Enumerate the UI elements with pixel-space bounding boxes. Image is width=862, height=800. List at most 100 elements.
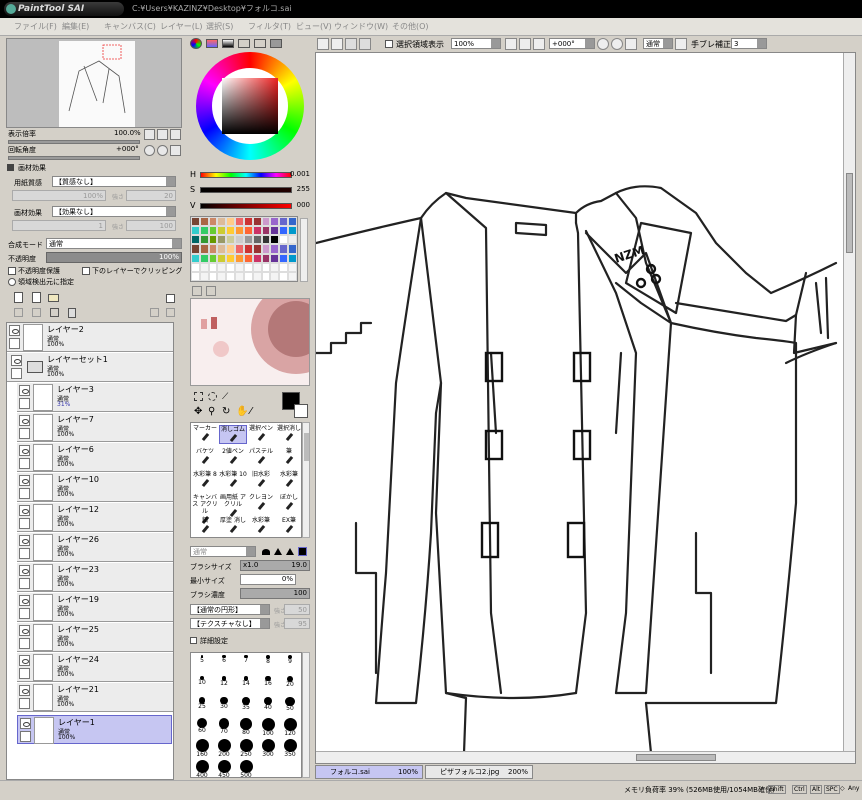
color-swatch[interactable] <box>208 226 218 236</box>
brush-size-preset[interactable]: 10 <box>191 676 213 694</box>
color-swatch[interactable] <box>243 244 253 254</box>
brush-tool-cell[interactable]: 水彩筆 <box>275 471 303 490</box>
layer-list[interactable]: レイヤー2 通常 100% レイヤーセット1 通常 100% レイヤー3 通常 31% レイ… <box>6 322 174 780</box>
lock-toggle[interactable] <box>19 428 30 439</box>
color-swatch[interactable] <box>226 271 236 281</box>
background-color-swatch[interactable] <box>294 404 308 418</box>
color-swatch[interactable] <box>217 244 227 254</box>
zoom-in-button[interactable] <box>157 129 168 140</box>
effect-width-field[interactable]: 1 <box>12 220 106 231</box>
color-swatch[interactable] <box>288 217 297 227</box>
lock-toggle[interactable] <box>9 338 20 349</box>
layer-item[interactable]: レイヤー23 通常 100% <box>17 563 173 592</box>
layer-item[interactable]: レイヤー24 通常 100% <box>17 653 173 682</box>
color-swatch[interactable] <box>261 262 271 272</box>
color-swatch[interactable] <box>252 217 262 227</box>
brush-size-preset[interactable]: 35 <box>235 697 257 715</box>
color-swatch[interactable] <box>208 271 218 281</box>
brush-tool-cell[interactable]: 消しゴム <box>219 425 247 444</box>
brush-size-preset[interactable]: 25 <box>191 697 213 715</box>
color-swatch[interactable] <box>261 271 271 281</box>
layer-item[interactable]: レイヤー26 通常 100% <box>17 533 173 562</box>
swatch-scrollbar[interactable] <box>300 218 308 282</box>
lock-toggle[interactable] <box>19 398 30 409</box>
brush-size-preset[interactable]: 12 <box>213 676 235 694</box>
brush-tool-cell[interactable]: 水彩筆 8 <box>191 471 219 490</box>
selection-show-checkbox[interactable] <box>385 40 393 48</box>
brush-tool-cell[interactable]: 2値ペン <box>219 448 247 467</box>
color-swatch[interactable] <box>270 226 280 236</box>
shape-flat-icon[interactable] <box>298 547 307 556</box>
scratchpad[interactable] <box>190 298 310 386</box>
eye-icon[interactable] <box>19 385 30 396</box>
blend-mode-select[interactable]: 通常 <box>46 238 182 249</box>
menu-window[interactable]: ウィンドウ(W) <box>334 21 388 32</box>
layer-item[interactable]: レイヤー19 通常 100% <box>17 593 173 622</box>
effect-strength-field[interactable]: 100 <box>126 220 176 231</box>
brush-size-preset[interactable]: 100 <box>257 718 279 737</box>
texture-section-header[interactable]: 画材効果 <box>6 163 182 174</box>
color-swatch[interactable] <box>199 244 209 254</box>
color-swatch[interactable] <box>243 226 253 236</box>
color-swatch[interactable] <box>217 271 227 281</box>
new-folder-icon[interactable] <box>48 294 59 302</box>
lock-toggle[interactable] <box>19 488 30 499</box>
new-linework-layer-icon[interactable] <box>32 292 41 303</box>
color-swatch[interactable] <box>199 217 209 227</box>
brush-size-preset[interactable]: 7 <box>235 655 257 673</box>
clipping-checkbox[interactable] <box>82 267 90 275</box>
menu-layer[interactable]: レイヤー(L) <box>160 21 202 32</box>
color-swatch[interactable] <box>199 226 209 236</box>
lock-toggle[interactable] <box>11 368 22 379</box>
eyedropper-icon[interactable]: ⁄ <box>250 406 252 417</box>
color-swatch[interactable] <box>191 244 200 254</box>
canvas-zoom-out-button[interactable] <box>505 38 517 50</box>
color-swatch[interactable] <box>226 235 236 245</box>
paper-select[interactable]: 【質感なし】 <box>52 176 176 187</box>
color-swatch[interactable] <box>199 271 209 281</box>
pen-icon[interactable] <box>20 731 31 742</box>
menu-other[interactable]: その他(O) <box>392 21 429 32</box>
lock-toggle[interactable] <box>19 578 30 589</box>
eye-icon[interactable] <box>11 355 22 366</box>
color-swatch[interactable] <box>279 217 289 227</box>
shape-strength-field[interactable]: 50 <box>284 604 310 615</box>
color-swatch[interactable] <box>199 235 209 245</box>
eye-icon[interactable] <box>9 325 20 336</box>
color-wheel-tab-icon[interactable] <box>190 38 202 49</box>
scratchpad-clear-icon[interactable] <box>206 286 216 296</box>
brush-tool-cell[interactable]: マーカー <box>191 425 219 444</box>
stabilizer-select[interactable]: 3 <box>731 38 767 49</box>
canvas-zoom-select[interactable]: 100% <box>451 38 501 49</box>
saturation-slider[interactable] <box>200 187 292 193</box>
brush-tool-cell[interactable]: EX筆 <box>275 517 303 536</box>
color-swatch[interactable] <box>208 235 218 245</box>
lock-toggle[interactable] <box>19 548 30 559</box>
eye-icon[interactable] <box>20 718 31 729</box>
rotate-icon[interactable]: ↻ <box>222 406 230 417</box>
select-source-checkbox[interactable] <box>8 278 16 286</box>
brush-texture-select[interactable]: 【テクスチャなし】 <box>190 618 270 629</box>
brush-tool-cell[interactable]: パステル <box>247 448 275 467</box>
color-swatch[interactable] <box>243 271 253 281</box>
color-swatch[interactable] <box>191 217 200 227</box>
trash-icon[interactable] <box>68 308 76 318</box>
brush-size-preset[interactable]: 400 <box>191 760 213 779</box>
color-swatch[interactable] <box>270 262 280 272</box>
brush-tool-cell[interactable]: 水彩筆 <box>247 517 275 536</box>
gradient-tab-icon[interactable] <box>238 39 250 48</box>
dots-scrollbar[interactable] <box>302 652 310 778</box>
color-swatch[interactable] <box>243 217 253 227</box>
brush-size-preset[interactable]: 30 <box>213 697 235 715</box>
lock-toggle[interactable] <box>19 668 30 679</box>
brush-size-presets[interactable]: 5 6 7 8 9 10 12 14 16 20 25 30 35 40 50 60 70 80 100 120 160… <box>190 652 302 779</box>
layer-item[interactable]: レイヤー7 通常 100% <box>17 413 173 442</box>
color-swatch[interactable] <box>261 217 271 227</box>
rotate-right-button[interactable] <box>157 145 168 156</box>
lock-toggle[interactable] <box>19 608 30 619</box>
color-swatch[interactable] <box>252 226 262 236</box>
color-swatch[interactable] <box>226 262 236 272</box>
new-layer-icon[interactable] <box>14 292 23 303</box>
merge-down-icon[interactable] <box>32 308 41 317</box>
brush-tool-cell[interactable]: クレヨン <box>247 494 275 513</box>
